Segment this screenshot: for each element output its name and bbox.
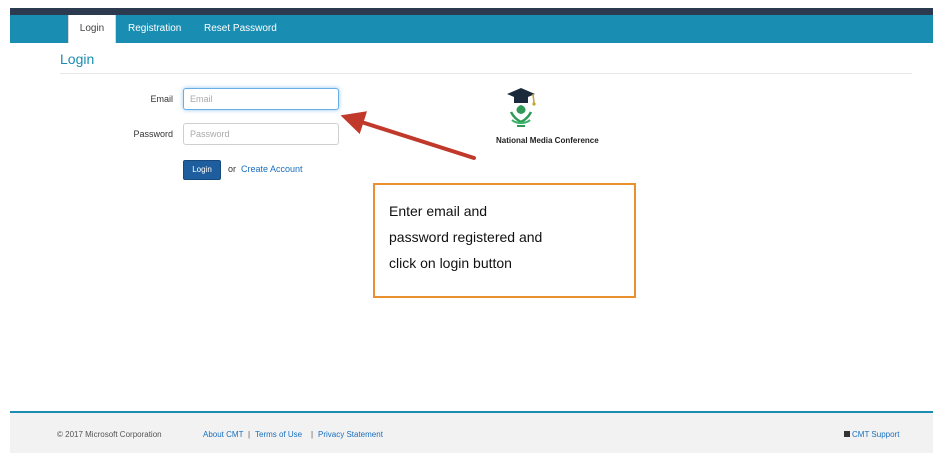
password-field[interactable] bbox=[183, 123, 339, 145]
callout-line: click on login button bbox=[389, 255, 512, 271]
footer-separator: | bbox=[311, 430, 314, 439]
graduation-cap-icon bbox=[507, 88, 536, 127]
page-title: Login bbox=[60, 51, 95, 67]
cmt-support-link[interactable]: CMT Support bbox=[844, 430, 899, 439]
callout-line: password registered and bbox=[389, 229, 543, 245]
create-account-link[interactable]: Create Account bbox=[241, 164, 303, 174]
title-divider bbox=[60, 73, 912, 74]
copyright-text: © 2017 Microsoft Corporation bbox=[57, 430, 162, 439]
navbar: Login Registration Reset Password bbox=[10, 15, 933, 43]
tab-reset-password[interactable]: Reset Password bbox=[204, 15, 277, 43]
terms-of-use-link[interactable]: Terms of Use bbox=[255, 430, 302, 439]
support-icon bbox=[844, 431, 850, 437]
password-label: Password bbox=[133, 129, 173, 139]
conference-logo bbox=[497, 86, 545, 130]
tab-registration[interactable]: Registration bbox=[128, 15, 181, 43]
tab-login[interactable]: Login bbox=[68, 15, 116, 43]
privacy-statement-link[interactable]: Privacy Statement bbox=[318, 430, 383, 439]
callout-line: Enter email and bbox=[389, 203, 488, 219]
login-button[interactable]: Login bbox=[183, 160, 221, 180]
logo-text: National Media Conference bbox=[496, 136, 599, 145]
instruction-callout: Enter email and password registered and … bbox=[373, 183, 636, 298]
top-stripe bbox=[10, 8, 933, 15]
or-text: or bbox=[228, 164, 237, 174]
email-field[interactable] bbox=[183, 88, 339, 110]
footer-separator: | bbox=[248, 430, 251, 439]
about-cmt-link[interactable]: About CMT bbox=[203, 430, 243, 439]
cmt-support-label[interactable]: CMT Support bbox=[852, 430, 899, 439]
email-label: Email bbox=[150, 94, 173, 104]
